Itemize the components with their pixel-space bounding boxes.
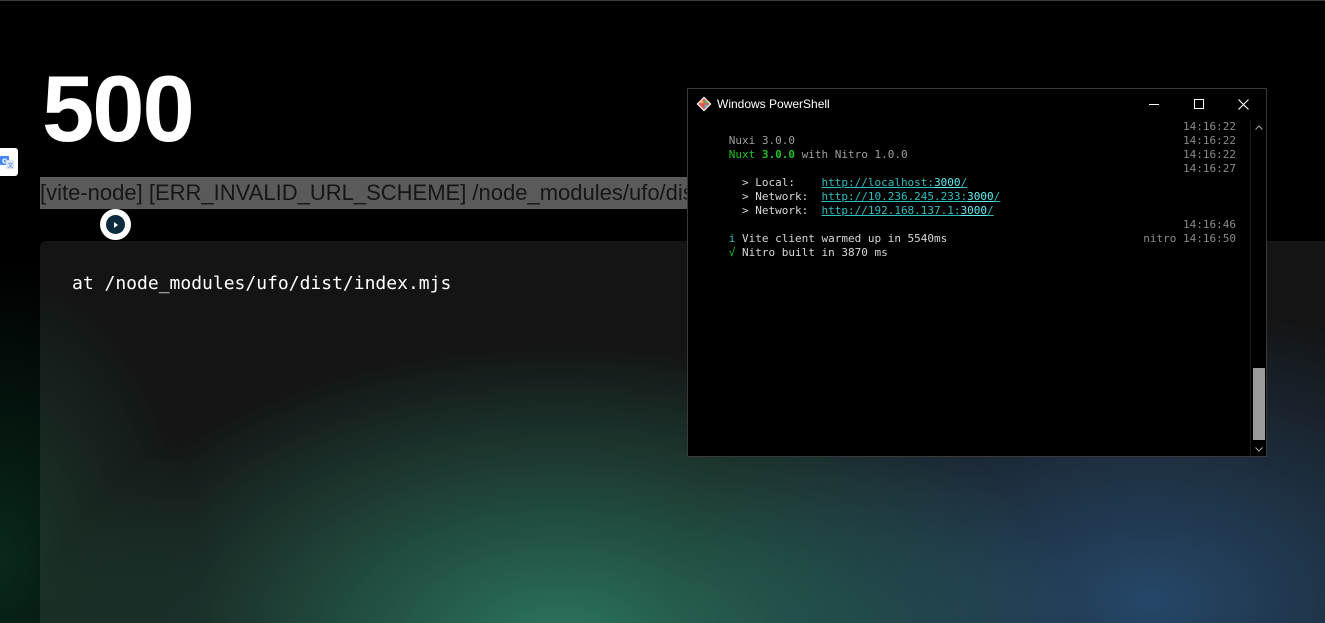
stack-trace-line: at /node_modules/ufo/dist/index.mjs [72,273,452,294]
translate-icon[interactable]: G 文 [0,148,18,176]
top-border [0,0,1325,1]
powershell-window[interactable]: Windows PowerShell Nuxi 3.0.0 14:16:22 N… [687,88,1267,457]
minimize-icon [1148,104,1159,105]
terminal-line: i Vite client warmed up in 5540ms 14:16:… [689,218,1251,245]
terminal-line: Nuxt 3.0.0 with Nitro 1.0.0 14:16:22 [689,134,1251,161]
scroll-up-icon[interactable] [1251,120,1266,134]
minimize-button[interactable] [1131,89,1176,119]
close-icon [1238,98,1249,110]
svg-text:文: 文 [8,162,14,170]
extension-badge-icon[interactable] [100,209,131,240]
terminal-line: > Network: http://192.168.137.1:3000/ [689,190,1251,217]
terminal-line: √ Nitro built in 3870 ms nitro 14:16:50 [689,232,1251,259]
timestamp: 14:16:22 [1183,120,1236,133]
status-code: 500 [42,56,195,161]
timestamp: 14:16:22 [1183,134,1236,147]
terminal-line: Nuxi 3.0.0 14:16:22 [689,120,1251,147]
timestamp: 14:16:46 [1183,218,1236,231]
nitro-tag: nitro [1143,232,1177,245]
nitro-message: Nitro built in 3870 ms [735,246,888,259]
terminal-line: 14:16:22 [689,148,1251,162]
close-button[interactable] [1221,89,1266,119]
terminal-line: > Local: http://localhost:3000/ 14:16:27 [689,162,1251,189]
powershell-app-icon [696,96,712,112]
scroll-down-icon[interactable] [1251,442,1266,456]
window-title: Windows PowerShell [717,97,830,111]
error-message: [vite-node] [ERR_INVALID_URL_SCHEME] /no… [40,177,690,209]
timestamp: 14:16:22 [1183,148,1236,161]
timestamp: 14:16:27 [1183,162,1236,175]
maximize-button[interactable] [1176,89,1221,119]
terminal-output[interactable]: Nuxi 3.0.0 14:16:22 Nuxt 3.0.0 with Nitr… [689,120,1251,455]
vertical-scrollbar[interactable] [1250,120,1266,456]
scrollbar-thumb[interactable] [1253,368,1265,440]
terminal-line: > Network: http://10.236.245.233:3000/ [689,176,1251,203]
powershell-titlebar[interactable]: Windows PowerShell [688,89,1266,119]
maximize-icon [1193,99,1204,109]
timestamp-with-tag: nitro 14:16:50 [1143,232,1236,246]
timestamp: 14:16:50 [1183,232,1236,245]
